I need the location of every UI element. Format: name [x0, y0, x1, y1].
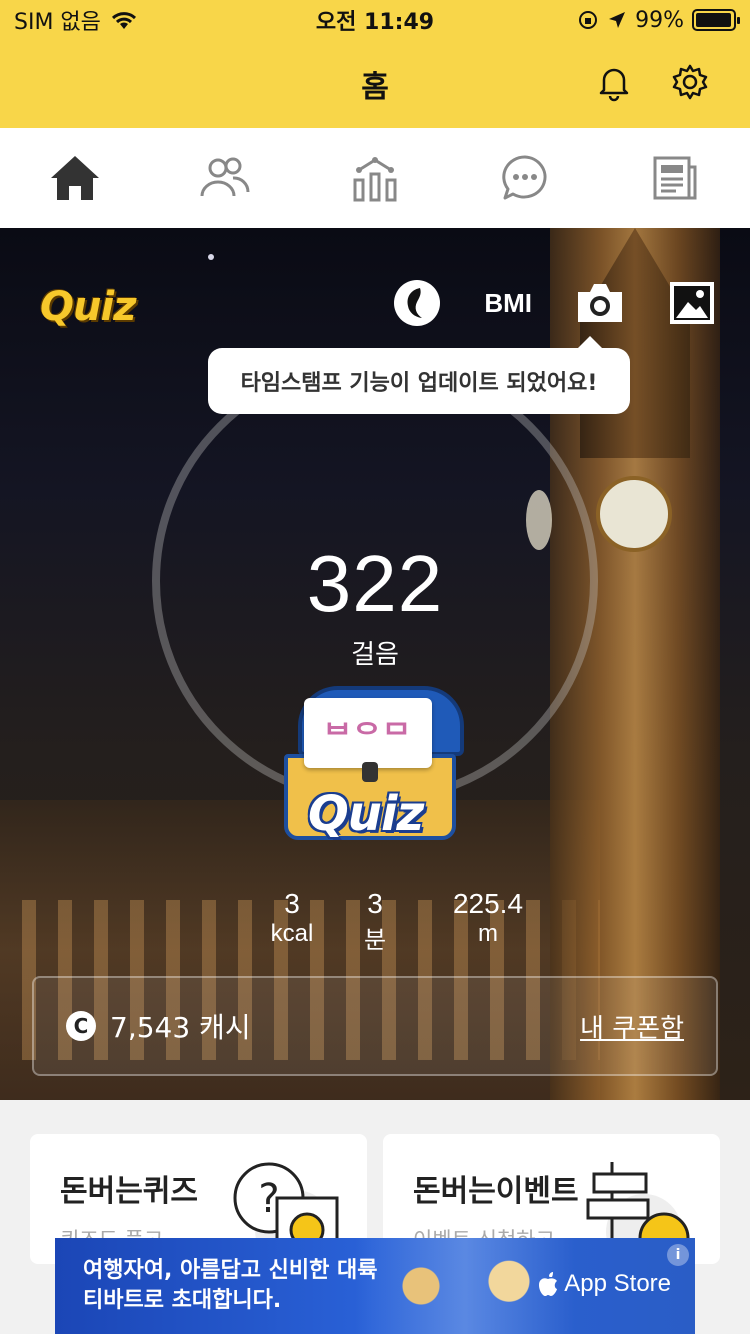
- background-star: [208, 254, 214, 260]
- quiz-logo-button[interactable]: Quiz: [40, 284, 136, 330]
- app-header: 홈: [0, 40, 750, 128]
- face-profile-icon: [407, 288, 423, 318]
- wifi-icon: [111, 12, 136, 29]
- camera-icon[interactable]: [576, 280, 624, 326]
- update-tooltip[interactable]: 타임스탬프 기능이 업데이트 되었어요!: [208, 336, 630, 414]
- tab-news[interactable]: [645, 148, 705, 208]
- step-hero: Quiz BMI 타임스탬프 기능이 업데이트 되었어요! 322 걸음 ᄇᄋᄆ…: [0, 228, 750, 1100]
- tab-people[interactable]: [195, 148, 255, 208]
- hero-toolbar: BMI: [394, 280, 716, 326]
- chest-lock-icon: [362, 762, 378, 782]
- stat-minutes: 3 분: [363, 888, 387, 954]
- ad-line-1: 여행자여, 아름답고 신비한 대륙: [83, 1258, 378, 1283]
- app-store-label: App Store: [564, 1270, 671, 1297]
- stat-distance: 225.4 m: [452, 888, 524, 947]
- app-store-badge[interactable]: App Store: [538, 1270, 671, 1298]
- bell-icon[interactable]: [594, 62, 634, 102]
- cash-bar: C 7,543 캐시 내 쿠폰함: [32, 976, 718, 1076]
- apple-icon: [539, 1272, 558, 1296]
- location-icon: [609, 12, 626, 28]
- page-title: 홈: [361, 70, 389, 105]
- step-count: 322: [306, 539, 444, 628]
- status-bar: SIM 없음 오전 11:49 99%: [0, 0, 750, 40]
- battery-icon: [692, 9, 740, 31]
- home-icon: [51, 156, 99, 200]
- gallery-icon[interactable]: [668, 280, 716, 326]
- gear-icon[interactable]: [670, 62, 710, 102]
- people-icon: [200, 157, 250, 197]
- bmi-button[interactable]: BMI: [484, 288, 532, 319]
- cash-amount: 7,543 캐시: [110, 1011, 251, 1044]
- news-icon: [653, 156, 697, 200]
- orientation-lock-icon: [579, 11, 598, 29]
- tab-home[interactable]: [45, 148, 105, 208]
- tab-chat[interactable]: [495, 148, 555, 208]
- chat-icon: [502, 155, 547, 200]
- step-label: 걸음: [351, 640, 399, 670]
- chest-card-logo: ᄇᄋᄆ: [304, 698, 432, 768]
- ad-line-2: 티바트로 초대합니다.: [83, 1288, 282, 1313]
- chart-icon: [353, 157, 397, 202]
- tab-stats[interactable]: [345, 148, 405, 208]
- cash-coin-icon: C: [66, 1011, 96, 1041]
- face-button[interactable]: [394, 280, 441, 326]
- quiz-chest-button[interactable]: ᄇᄋᄆ Quiz: [284, 682, 468, 862]
- ad-banner[interactable]: 여행자여, 아름답고 신비한 대륙 티바트로 초대합니다. App Store …: [55, 1238, 695, 1334]
- stat-kcal: 3 kcal: [270, 888, 314, 947]
- carrier-label: SIM 없음: [14, 10, 101, 35]
- my-coupon-link[interactable]: 내 쿠폰함: [580, 1008, 684, 1045]
- chest-quiz-label: Quiz: [308, 786, 424, 842]
- battery-percent: 99%: [635, 7, 684, 33]
- tab-bar: [0, 128, 750, 228]
- ad-info-icon[interactable]: i: [667, 1244, 689, 1266]
- ad-copy: 여행자여, 아름답고 신비한 대륙 티바트로 초대합니다.: [83, 1256, 377, 1316]
